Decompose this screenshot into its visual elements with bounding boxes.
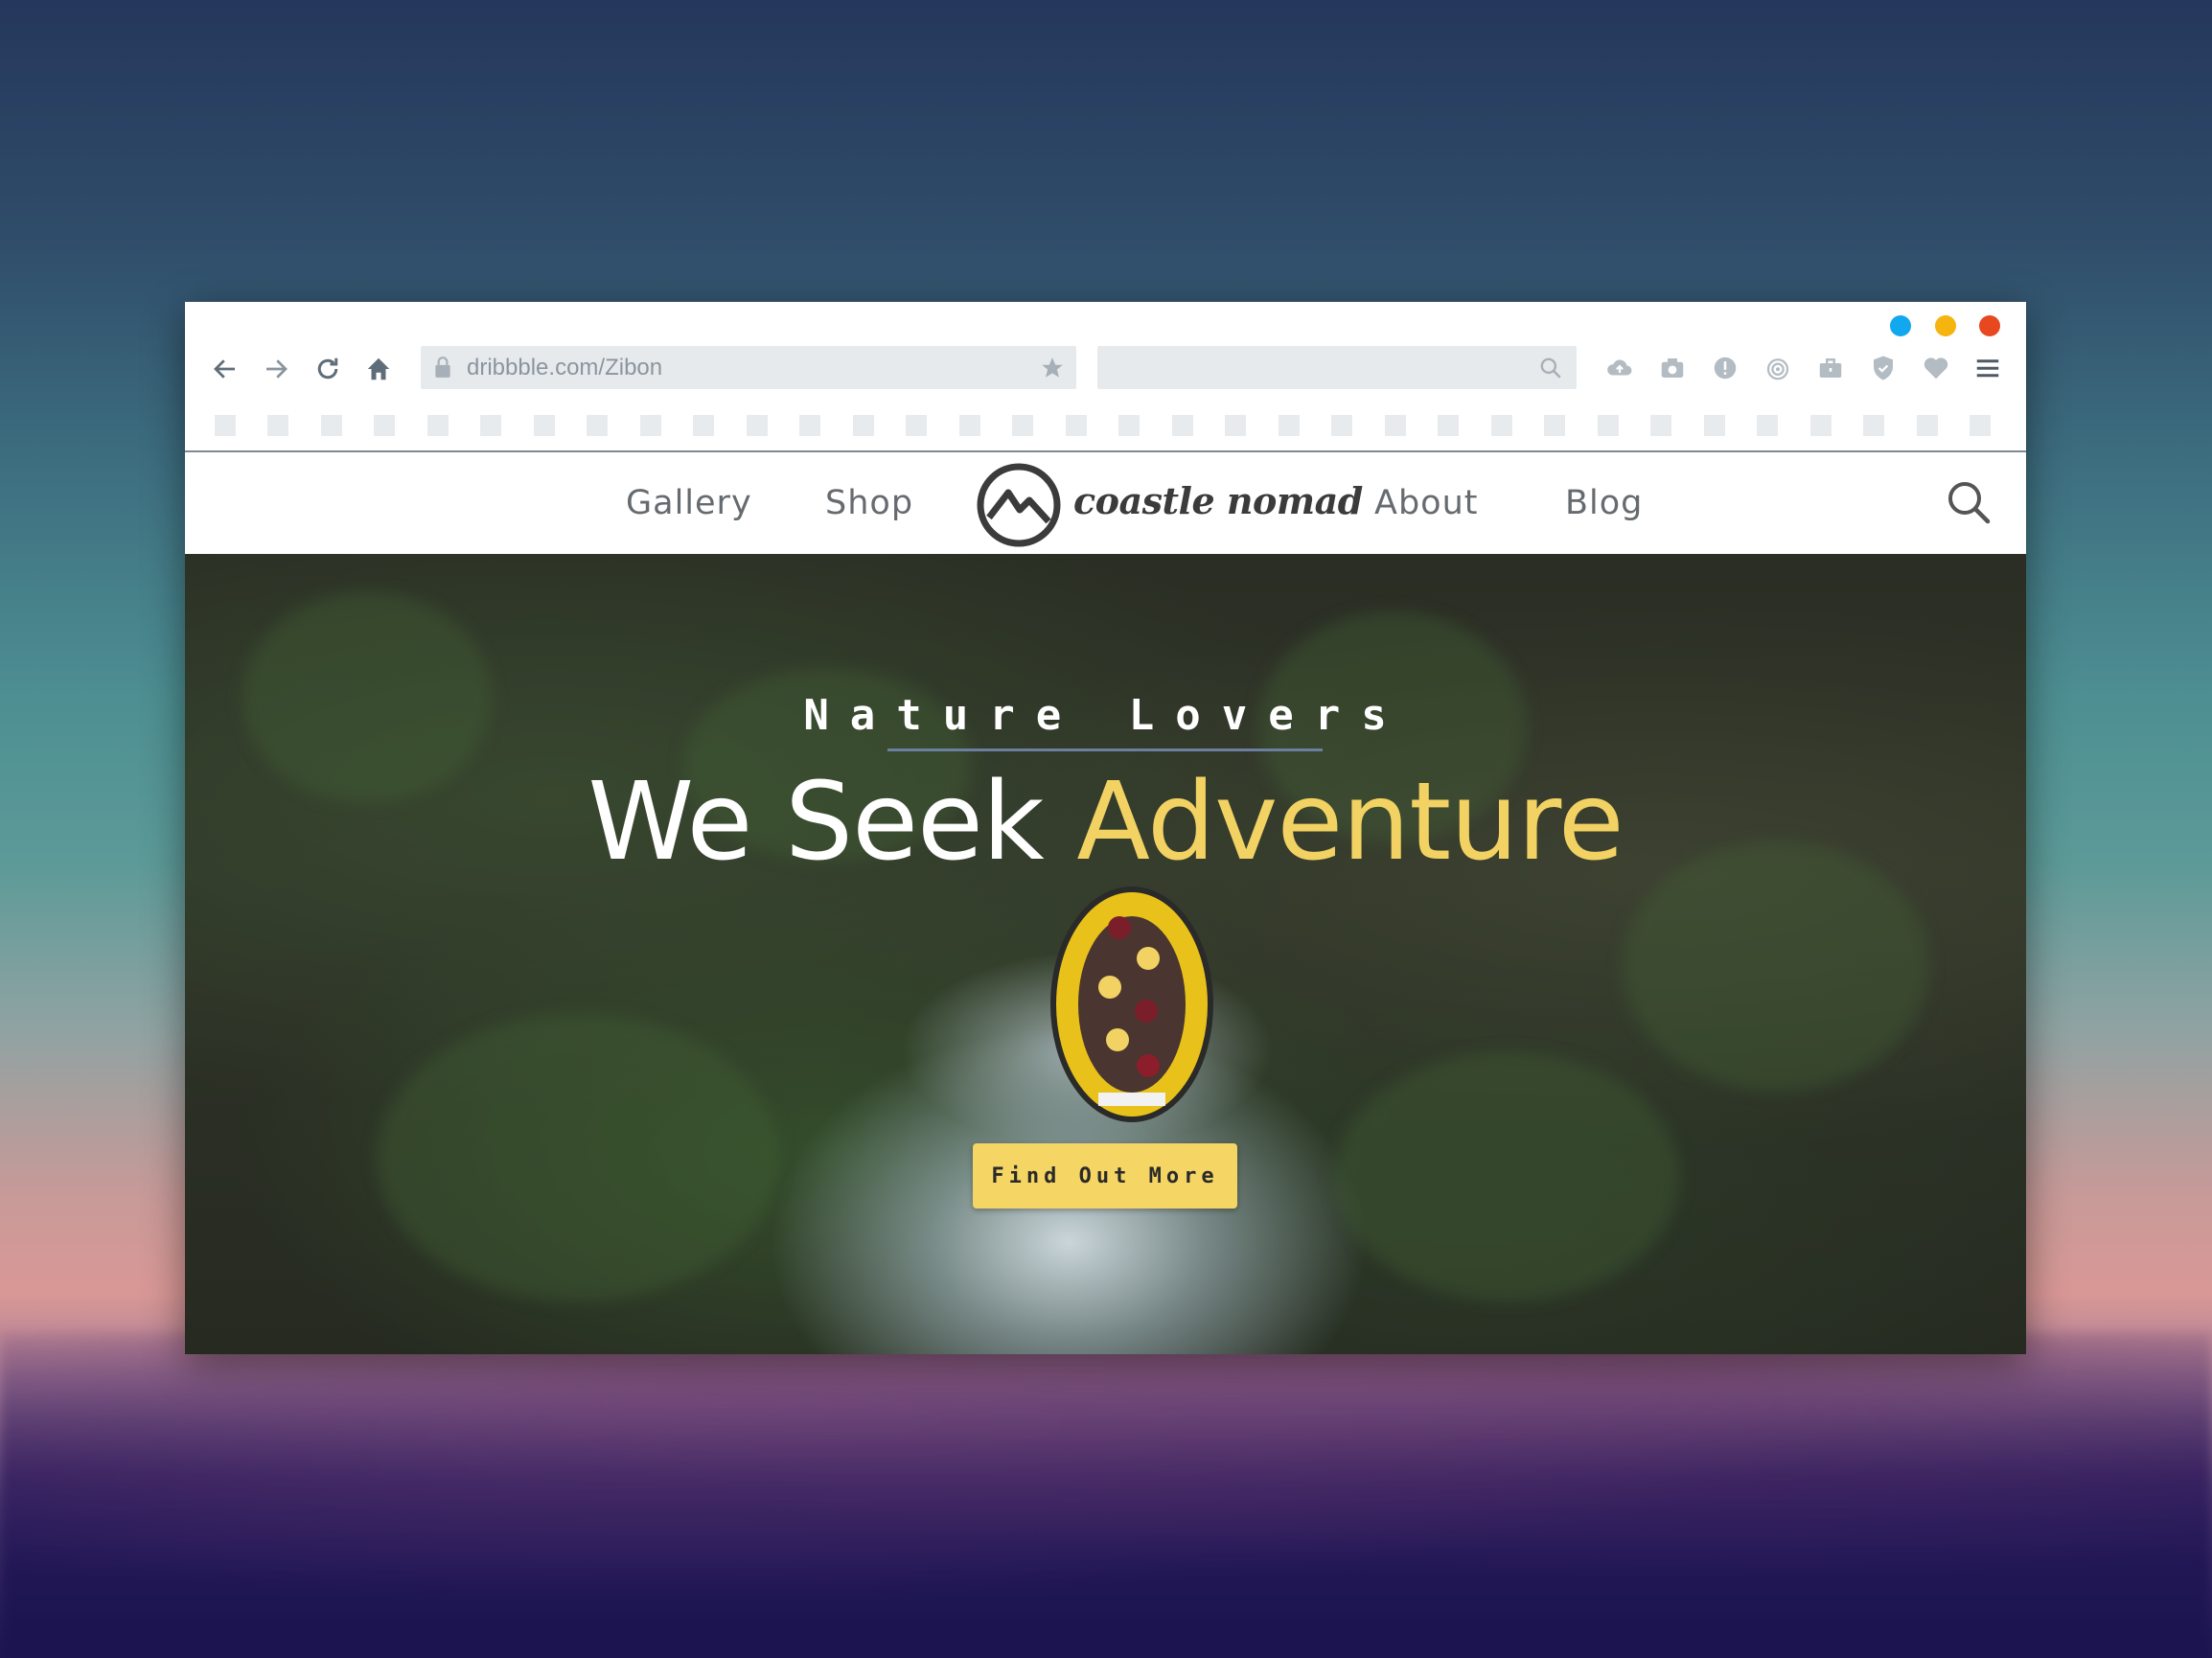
site-navbar: Gallery Shop coastle nomad About Blog <box>185 452 2026 554</box>
browser-search-input[interactable] <box>1097 346 1577 389</box>
bookmark-item[interactable] <box>1970 415 1991 436</box>
close-button[interactable] <box>1979 315 2000 336</box>
bookmark-item[interactable] <box>587 415 608 436</box>
browser-window: dribbble.com/Zibon Gallery Shop coastle … <box>185 302 2026 1354</box>
bookmark-item[interactable] <box>1385 415 1406 436</box>
bookmark-item[interactable] <box>427 415 449 436</box>
bookmark-item[interactable] <box>1544 415 1565 436</box>
maximize-button[interactable] <box>1935 315 1956 336</box>
bookmark-item[interactable] <box>267 415 288 436</box>
bookmark-item[interactable] <box>1491 415 1512 436</box>
address-bar[interactable]: dribbble.com/Zibon <box>421 346 1076 389</box>
search-icon <box>1948 482 1991 524</box>
arrow-right-icon <box>266 359 288 379</box>
shield-icon[interactable] <box>1869 354 1898 382</box>
bookmark-item[interactable] <box>640 415 661 436</box>
bookmark-item[interactable] <box>1598 415 1619 436</box>
bookmark-item[interactable] <box>1863 415 1884 436</box>
nav-blog[interactable]: Blog <box>1565 452 1643 554</box>
site-logo[interactable]: coastle nomad <box>976 462 1363 548</box>
reload-button[interactable] <box>311 352 345 386</box>
forward-button[interactable] <box>259 352 293 386</box>
bookmark-item[interactable] <box>534 415 555 436</box>
alert-icon[interactable] <box>1711 354 1740 382</box>
url-text: dribbble.com/Zibon <box>467 355 663 380</box>
nav-shop[interactable]: Shop <box>825 452 913 554</box>
bookmark-item[interactable] <box>1650 415 1671 436</box>
foliage <box>377 1014 779 1301</box>
bookmark-item[interactable] <box>959 415 980 436</box>
lock-icon <box>435 357 450 378</box>
arrow-left-icon <box>214 359 235 379</box>
bookmark-item[interactable] <box>1331 415 1352 436</box>
bookmark-item[interactable] <box>1012 415 1033 436</box>
minimize-button[interactable] <box>1890 315 1911 336</box>
find-out-more-button[interactable]: Find Out More <box>973 1143 1237 1209</box>
browser-chrome: dribbble.com/Zibon <box>185 302 2026 452</box>
site-search-button[interactable] <box>1946 479 1992 525</box>
bookmark-item[interactable] <box>1810 415 1832 436</box>
bookmark-item[interactable] <box>853 415 874 436</box>
heart-icon[interactable] <box>1922 354 1950 382</box>
nav-gallery[interactable]: Gallery <box>626 452 752 554</box>
bookmark-item[interactable] <box>1757 415 1778 436</box>
nav-about[interactable]: About <box>1374 452 1478 554</box>
raft-image <box>1050 887 1213 1122</box>
star-icon[interactable] <box>1040 356 1065 380</box>
bookmark-item[interactable] <box>1225 415 1246 436</box>
bookmark-item[interactable] <box>693 415 714 436</box>
bookmarks-bar <box>185 407 2026 442</box>
hero-subtitle: Nature Lovers <box>803 691 1408 740</box>
bookmark-item[interactable] <box>1066 415 1087 436</box>
bookmark-item[interactable] <box>906 415 927 436</box>
back-button[interactable] <box>208 352 242 386</box>
cloud-upload-icon[interactable] <box>1605 354 1634 382</box>
hero-subtitle-underline <box>887 748 1323 751</box>
background-horizon <box>0 1332 2212 1658</box>
search-icon <box>1540 357 1561 379</box>
bookmark-item[interactable] <box>1172 415 1193 436</box>
home-icon <box>367 357 390 380</box>
bookmark-item[interactable] <box>215 415 236 436</box>
wifi-icon[interactable] <box>1763 354 1792 382</box>
hero-title: We Seek Adventure <box>185 760 2026 885</box>
bookmark-item[interactable] <box>1438 415 1459 436</box>
bookmark-item[interactable] <box>1917 415 1938 436</box>
bookmark-item[interactable] <box>1118 415 1140 436</box>
bookmark-item[interactable] <box>321 415 342 436</box>
home-button[interactable] <box>361 352 396 386</box>
camera-icon[interactable] <box>1658 354 1687 382</box>
bookmark-item[interactable] <box>1704 415 1725 436</box>
hero-title-accent: Adventure <box>1076 760 1624 885</box>
hero-section: Nature Lovers We Seek Adventure Find Out… <box>185 554 2026 1354</box>
menu-icon[interactable] <box>1973 354 2002 382</box>
bookmark-item[interactable] <box>480 415 501 436</box>
bookmark-item[interactable] <box>1279 415 1300 436</box>
briefcase-icon[interactable] <box>1816 354 1845 382</box>
hero-title-white: We Seek <box>588 760 1077 885</box>
mountain-logo-icon <box>977 463 1061 547</box>
bookmark-item[interactable] <box>374 415 395 436</box>
reload-icon <box>317 357 338 380</box>
bookmark-item[interactable] <box>747 415 768 436</box>
brand-name: coastle nomad <box>1073 479 1363 522</box>
foliage <box>1335 1052 1680 1301</box>
bookmark-item[interactable] <box>799 415 820 436</box>
